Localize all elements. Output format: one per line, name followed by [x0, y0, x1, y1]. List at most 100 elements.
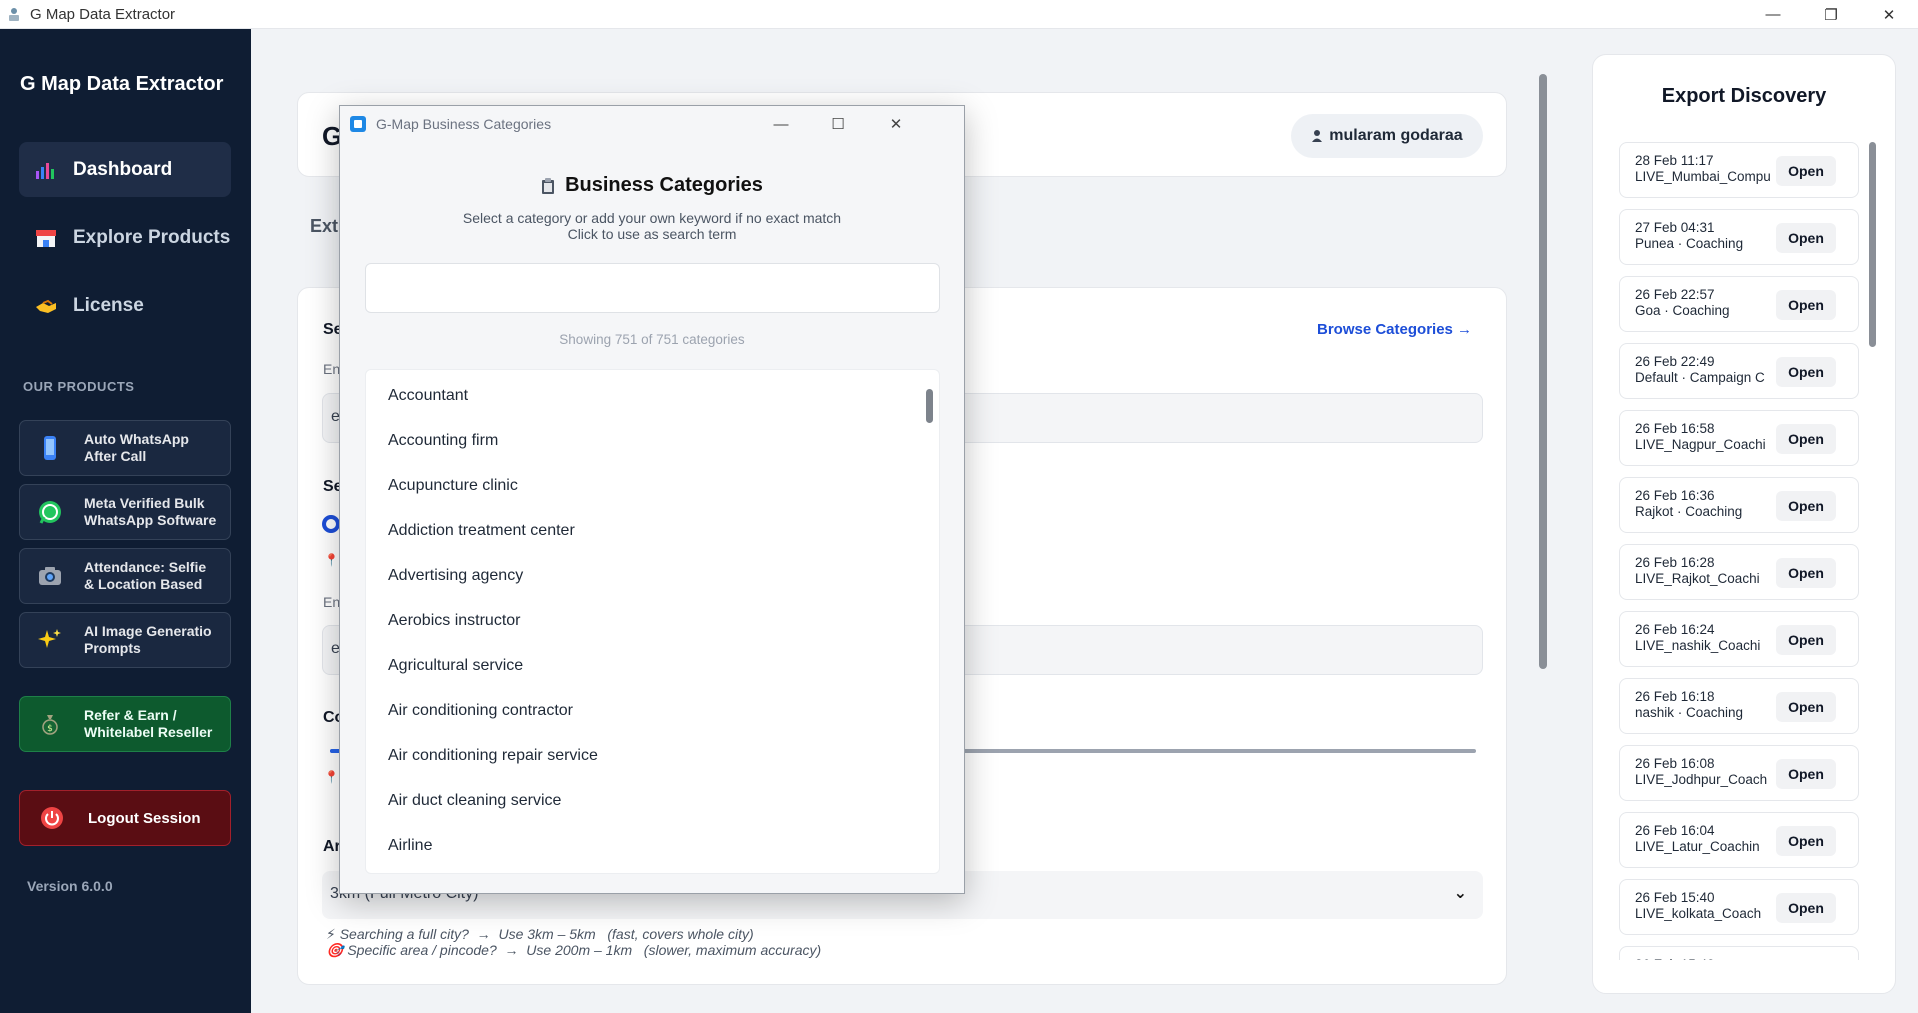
handshake-icon [33, 293, 59, 319]
power-icon [40, 806, 64, 830]
product-attendance[interactable]: Attendance: Selfie & Location Based [19, 548, 231, 604]
product-line2: WhatsApp Software [84, 512, 217, 528]
export-scrollbar[interactable] [1869, 142, 1876, 347]
user-pill[interactable]: mularam godaraa [1291, 114, 1483, 158]
dialog-maximize-icon[interactable]: ☐ [809, 106, 867, 142]
export-item-name: LIVE_Jodhpur_Coach [1635, 772, 1768, 787]
browse-categories-link[interactable]: Browse Categories → [1317, 321, 1472, 338]
dialog-minimize-icon[interactable]: — [752, 106, 810, 142]
main-scrollbar[interactable] [1539, 74, 1547, 669]
svg-text:$: $ [47, 724, 53, 734]
export-item: 26 Feb 16:08 LIVE_Jodhpur_Coach Open [1619, 745, 1859, 801]
export-item-date: 28 Feb 11:17 [1635, 153, 1714, 168]
sidebar: G Map Data Extractor Dashboard Explore P… [0, 29, 251, 1013]
export-item-date: 26 Feb 16:24 [1635, 622, 1715, 637]
sidebar-item-license[interactable]: License [19, 278, 231, 333]
product-line1: Attendance: Selfie [84, 559, 207, 575]
export-panel-title: Export Discovery [1661, 85, 1827, 107]
export-item-name: LIVE_Nagpur_Coachi [1635, 437, 1766, 452]
export-item-name: Rajkot · Coaching [1635, 504, 1743, 519]
logout-button[interactable]: Logout Session [19, 790, 231, 846]
export-item: 26 Feb 15:40Open [1619, 946, 1859, 960]
dialog-title: G-Map Business Categories [376, 116, 552, 132]
open-button[interactable]: Open [1776, 826, 1836, 856]
dialog-heading: Business Categories [340, 174, 964, 197]
category-item[interactable]: Addiction treatment center [366, 508, 921, 553]
minimize-icon[interactable]: — [1744, 0, 1802, 29]
dialog-close-icon[interactable]: ✕ [867, 106, 925, 142]
category-item[interactable]: Accountant [366, 373, 921, 418]
product-auto-whatsapp[interactable]: Auto WhatsApp After Call [19, 420, 231, 476]
refer-line1: Refer & Earn / [84, 707, 177, 723]
open-button[interactable]: Open [1776, 290, 1836, 320]
category-item[interactable]: Agricultural service [366, 643, 921, 688]
category-list-scrollbar[interactable] [926, 389, 933, 423]
sidebar-item-label: Explore Products [73, 226, 231, 248]
export-item: 26 Feb 16:18 nashik · Coaching Open [1619, 678, 1859, 734]
pin-icon: 📍 [324, 770, 339, 784]
category-item[interactable]: Aerobics instructor [366, 598, 921, 643]
user-name: mularam godaraa [1329, 127, 1463, 144]
product-line2: After Call [84, 448, 147, 464]
category-item[interactable]: Accounting firm [366, 418, 921, 463]
product-ai-image[interactable]: AI Image Generatio Prompts [19, 612, 231, 668]
dialog-subtitle-2: Click to use as search term [567, 226, 737, 242]
app-icon [9, 8, 19, 21]
open-button[interactable]: Open [1776, 156, 1836, 186]
category-search-input[interactable] [365, 263, 940, 313]
category-item[interactable]: Air conditioning repair service [366, 733, 921, 778]
section-label-products: OUR PRODUCTS [23, 379, 135, 394]
sparkles-icon [36, 626, 64, 654]
export-item: 26 Feb 22:57 Goa · Coaching Open [1619, 276, 1859, 332]
open-button[interactable]: Open [1776, 759, 1836, 789]
open-button[interactable]: Open [1776, 558, 1836, 588]
category-item[interactable]: Acupuncture clinic [366, 463, 921, 508]
export-item-date: 26 Feb 16:18 [1635, 689, 1715, 704]
restore-icon[interactable]: ❐ [1802, 0, 1860, 29]
close-icon[interactable]: ✕ [1860, 0, 1918, 29]
export-panel: Export Discovery 28 Feb 11:17 LIVE_Mumbai… [1592, 54, 1896, 994]
open-button[interactable]: Open [1776, 424, 1836, 454]
export-item-date: 26 Feb 16:36 [1635, 488, 1715, 503]
logout-label: Logout Session [88, 809, 201, 827]
category-item[interactable]: Air duct cleaning service [366, 778, 921, 823]
export-item-name: Punea · Coaching [1635, 236, 1744, 251]
open-button[interactable]: Open [1776, 357, 1836, 387]
user-icon [1311, 129, 1323, 143]
open-button[interactable]: Open [1776, 625, 1836, 655]
category-item[interactable]: Airline [366, 823, 921, 868]
export-item: 26 Feb 16:24 LIVE_nashik_Coachi Open [1619, 611, 1859, 667]
product-line1: AI Image Generatio [84, 623, 212, 639]
product-meta-verified[interactable]: Meta Verified Bulk WhatsApp Software [19, 484, 231, 540]
export-item-date: 26 Feb 15:40 [1635, 890, 1715, 905]
open-button[interactable]: Open [1776, 223, 1836, 253]
open-button[interactable]: Open [1776, 491, 1836, 521]
sidebar-item-explore-products[interactable]: Explore Products [19, 210, 231, 265]
product-line1: Auto WhatsApp [84, 431, 189, 447]
product-line2: & Location Based [84, 576, 203, 592]
export-item: 26 Feb 16:28 LIVE_Rajkot_Coachi Open [1619, 544, 1859, 600]
export-item: 26 Feb 16:58 LIVE_Nagpur_Coachi Open [1619, 410, 1859, 466]
version-label: Version 6.0.0 [27, 878, 113, 894]
export-item-date: 26 Feb 15:40 [1635, 957, 1715, 960]
dialog-heading-text: Business Categories [565, 174, 763, 196]
export-item: 27 Feb 04:31 Punea · Coaching Open [1619, 209, 1859, 265]
refer-line2: Whitelabel Reseller [84, 724, 213, 740]
refer-earn-button[interactable]: $ Refer & Earn / Whitelabel Reseller [19, 696, 231, 752]
field-sub-1: En [323, 361, 341, 377]
hint-full-city: ⚡ Searching a full city? → Use 3km – 5km… [326, 926, 754, 942]
open-button[interactable]: Open [1776, 893, 1836, 923]
open-button[interactable]: Open [1776, 692, 1836, 722]
camera-icon [36, 562, 64, 590]
hint-specific-area: 🎯 Specific area / pincode? → Use 200m – … [326, 942, 822, 958]
category-item[interactable]: Air conditioning contractor [366, 688, 921, 733]
category-item[interactable]: Advertising agency [366, 553, 921, 598]
export-item: 28 Feb 11:17 LIVE_Mumbai_Compu Open [1619, 142, 1859, 198]
export-list: 28 Feb 11:17 LIVE_Mumbai_Compu Open 27 Feb … [1619, 142, 1861, 960]
export-item-date: 26 Feb 22:49 [1635, 354, 1715, 369]
sidebar-item-dashboard[interactable]: Dashboard [19, 142, 231, 197]
radio-option[interactable] [322, 515, 340, 533]
window-title: G Map Data Extractor [30, 5, 176, 23]
export-item-name: LIVE_Mumbai_Compu [1635, 169, 1771, 184]
export-item-name: Goa · Coaching [1635, 303, 1730, 318]
